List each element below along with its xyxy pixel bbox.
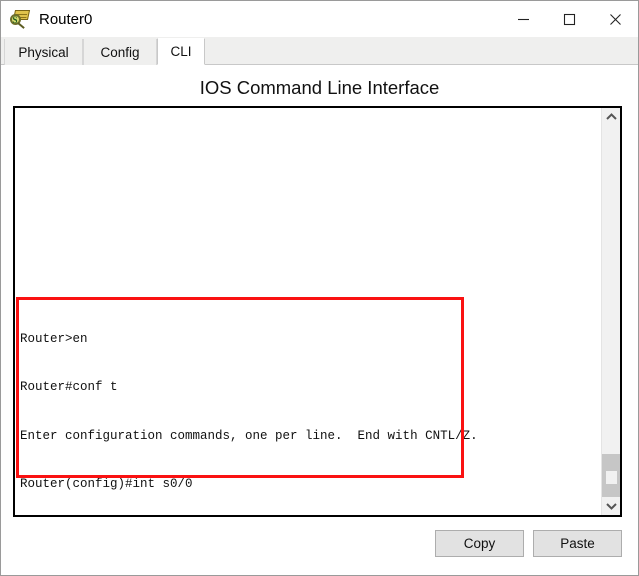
- terminal-line: Router#conf t: [20, 380, 118, 395]
- tab-physical[interactable]: Physical: [4, 39, 83, 65]
- tab-bar: Physical Config CLI: [1, 37, 638, 65]
- page-title: IOS Command Line Interface: [199, 77, 440, 98]
- terminal-output[interactable]: Router>en Router#conf t Enter configurat…: [15, 108, 601, 515]
- tab-physical-label: Physical: [18, 44, 69, 60]
- copy-button-label: Copy: [463, 536, 496, 551]
- copy-button[interactable]: Copy: [435, 530, 524, 557]
- terminal-container: Router>en Router#conf t Enter configurat…: [13, 106, 622, 517]
- cli-panel: IOS Command Line Interface Router>en Rou…: [1, 65, 638, 575]
- terminal-line: Router(config)#int s0/0: [20, 477, 193, 492]
- terminal-scrollbar[interactable]: [601, 108, 620, 515]
- tab-config-label: Config: [100, 44, 140, 60]
- terminal-line: Enter configuration commands, one per li…: [20, 428, 478, 443]
- title-bar: S Router0: [1, 1, 638, 37]
- scrollbar-thumb-grip: [605, 470, 617, 484]
- paste-button[interactable]: Paste: [533, 530, 622, 557]
- minimize-icon: [517, 18, 529, 20]
- close-button[interactable]: [592, 1, 638, 37]
- window-title: Router0: [39, 10, 93, 28]
- tab-config[interactable]: Config: [83, 39, 157, 65]
- chevron-down-icon: [605, 503, 617, 510]
- tab-cli[interactable]: CLI: [157, 38, 205, 65]
- minimize-button[interactable]: [500, 1, 546, 37]
- router-magnifier-icon: S: [10, 8, 32, 30]
- tab-cli-label: CLI: [170, 44, 192, 59]
- action-button-row: Copy Paste: [1, 517, 638, 575]
- maximize-button[interactable]: [546, 1, 592, 37]
- maximize-icon: [563, 13, 575, 25]
- scrollbar-thumb[interactable]: [602, 454, 620, 500]
- paste-button-label: Paste: [560, 536, 595, 551]
- scroll-up-button[interactable]: [602, 108, 620, 126]
- chevron-up-icon: [605, 113, 617, 120]
- close-icon: [609, 13, 621, 25]
- scroll-down-button[interactable]: [602, 497, 620, 515]
- router-cli-window: S Router0 Physical Config CLI IOS Comman…: [0, 0, 639, 576]
- terminal-line: Router>en: [20, 332, 88, 347]
- terminal-line-list: Router>en Router#conf t Enter configurat…: [20, 299, 600, 515]
- window-controls: [500, 1, 638, 37]
